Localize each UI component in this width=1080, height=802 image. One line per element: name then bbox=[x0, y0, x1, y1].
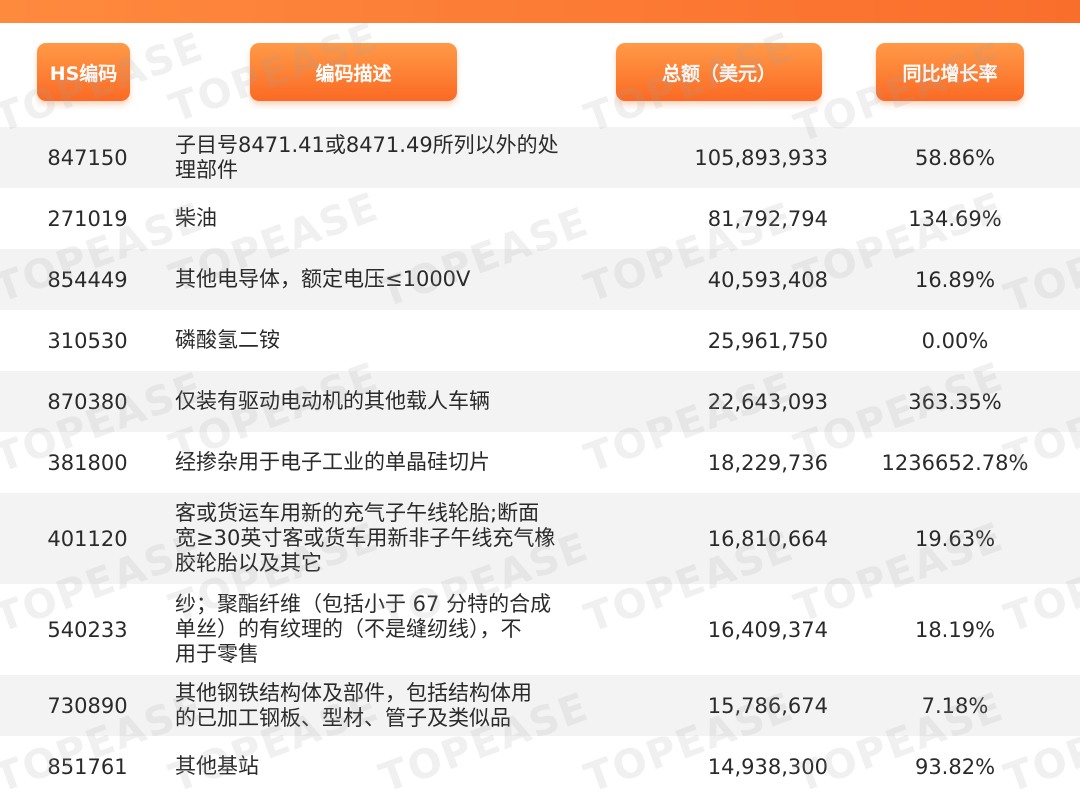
cell-hs-code: 870380 bbox=[47, 389, 128, 414]
cell-description: 其他电导体，额定电压≤1000V bbox=[175, 249, 585, 310]
cell-hs-code: 854449 bbox=[47, 267, 128, 292]
table-row: 540233 纱；聚酯纤维（包括小于 67 分特的合成 单丝）的有纹理的（不是缝纫线… bbox=[0, 584, 1080, 675]
cell-yoy: 19.63% bbox=[914, 526, 996, 551]
cell-total: 81,792,794 bbox=[707, 206, 828, 231]
cell-yoy: 18.19% bbox=[914, 617, 996, 642]
cell-description: 磷酸氢二铵 bbox=[175, 310, 585, 371]
description-line: 磷酸氢二铵 bbox=[175, 328, 280, 352]
table-row: 870380 仅装有驱动电动机的其他载人车辆 22,643,093 363.35% bbox=[0, 371, 1080, 432]
cell-hs-code: 381800 bbox=[47, 450, 128, 475]
cell-description: 子目号8471.41或8471.49所列以外的处 理部件 bbox=[175, 127, 585, 188]
description-line: 用于零售 bbox=[175, 642, 259, 666]
table-header: HS编码 编码描述 总额（美元） 同比增长率 bbox=[0, 23, 1080, 127]
header-yoy: 同比增长率 bbox=[876, 43, 1024, 101]
header-total: 总额（美元） bbox=[616, 43, 822, 101]
table-row: 851761 其他基站 14,938,300 93.82% bbox=[0, 736, 1080, 797]
cell-total: 15,786,674 bbox=[707, 693, 828, 718]
cell-yoy: 16.89% bbox=[914, 267, 996, 292]
table-row: 847150 子目号8471.41或8471.49所列以外的处 理部件 105,893… bbox=[0, 127, 1080, 188]
table-row: 401120 客或货运车用新的充气子午线轮胎;断面 宽≥30英寸客或货车用新非子午线… bbox=[0, 493, 1080, 584]
cell-yoy: 0.00% bbox=[921, 328, 989, 353]
table-row: 854449 其他电导体，额定电压≤1000V 40,593,408 16.89% bbox=[0, 249, 1080, 310]
cell-description: 经掺杂用于电子工业的单晶硅切片 bbox=[175, 432, 585, 493]
header-hs-code: HS编码 bbox=[37, 43, 130, 101]
description-line: 的已加工钢板、型材、管子及类似品 bbox=[175, 705, 511, 730]
cell-yoy: 93.82% bbox=[914, 754, 996, 779]
cell-total: 105,893,933 bbox=[694, 145, 828, 170]
cell-description: 仅装有驱动电动机的其他载人车辆 bbox=[175, 371, 585, 432]
description-line: 纱；聚酯纤维（包括小于 67 分特的合成 bbox=[175, 592, 552, 616]
cell-total: 22,643,093 bbox=[707, 389, 828, 414]
top-accent-bar bbox=[0, 0, 1080, 23]
description-line: 其他电导体，额定电压≤1000V bbox=[175, 267, 471, 291]
description-line: 其他钢铁结构体及部件，包括结构体用 bbox=[175, 680, 532, 705]
description-line: 胶轮胎以及其它 bbox=[175, 551, 322, 575]
cell-hs-code: 310530 bbox=[47, 328, 128, 353]
cell-hs-code: 730890 bbox=[47, 693, 128, 718]
table-body: 847150 子目号8471.41或8471.49所列以外的处 理部件 105,893… bbox=[0, 127, 1080, 797]
cell-yoy: 58.86% bbox=[914, 145, 996, 170]
cell-hs-code: 851761 bbox=[47, 754, 128, 779]
cell-hs-code: 847150 bbox=[47, 145, 128, 170]
table-row: 730890 其他钢铁结构体及部件，包括结构体用 的已加工钢板、型材、管子及类似品 1… bbox=[0, 675, 1080, 736]
cell-hs-code: 401120 bbox=[47, 526, 128, 551]
cell-yoy: 7.18% bbox=[921, 693, 989, 718]
cell-total: 40,593,408 bbox=[707, 267, 828, 292]
cell-hs-code: 540233 bbox=[47, 617, 128, 642]
cell-total: 16,810,664 bbox=[707, 526, 828, 551]
description-line: 宽≥30英寸客或货车用新非子午线充气橡 bbox=[175, 526, 556, 550]
cell-description: 其他钢铁结构体及部件，包括结构体用 的已加工钢板、型材、管子及类似品 bbox=[175, 675, 585, 736]
table-row: 271019 柴油 81,792,794 134.69% bbox=[0, 188, 1080, 249]
cell-total: 18,229,736 bbox=[707, 450, 828, 475]
description-line: 柴油 bbox=[175, 206, 217, 230]
description-line: 仅装有驱动电动机的其他载人车辆 bbox=[175, 389, 490, 413]
cell-description: 其他基站 bbox=[175, 736, 585, 797]
table-row: 381800 经掺杂用于电子工业的单晶硅切片 18,229,736 1236652.7… bbox=[0, 432, 1080, 493]
header-description: 编码描述 bbox=[250, 43, 457, 101]
description-line: 子目号8471.41或8471.49所列以外的处 bbox=[175, 132, 559, 157]
cell-total: 14,938,300 bbox=[707, 754, 828, 779]
cell-yoy: 1236652.78% bbox=[881, 450, 1029, 475]
cell-hs-code: 271019 bbox=[47, 206, 128, 231]
cell-total: 16,409,374 bbox=[707, 617, 828, 642]
table-row: 310530 磷酸氢二铵 25,961,750 0.00% bbox=[0, 310, 1080, 371]
cell-yoy: 363.35% bbox=[908, 389, 1002, 414]
cell-description: 柴油 bbox=[175, 188, 585, 249]
description-line: 客或货运车用新的充气子午线轮胎;断面 bbox=[175, 501, 540, 525]
description-line: 其他基站 bbox=[175, 754, 259, 778]
cell-description: 纱；聚酯纤维（包括小于 67 分特的合成 单丝）的有纹理的（不是缝纫线），不 用于零… bbox=[175, 584, 585, 675]
cell-description: 客或货运车用新的充气子午线轮胎;断面 宽≥30英寸客或货车用新非子午线充气橡 胶轮胎… bbox=[175, 493, 585, 584]
description-line: 经掺杂用于电子工业的单晶硅切片 bbox=[175, 450, 490, 474]
description-line: 单丝）的有纹理的（不是缝纫线），不 bbox=[175, 617, 522, 641]
description-line: 理部件 bbox=[175, 157, 238, 182]
cell-yoy: 134.69% bbox=[908, 206, 1002, 231]
cell-total: 25,961,750 bbox=[707, 328, 828, 353]
